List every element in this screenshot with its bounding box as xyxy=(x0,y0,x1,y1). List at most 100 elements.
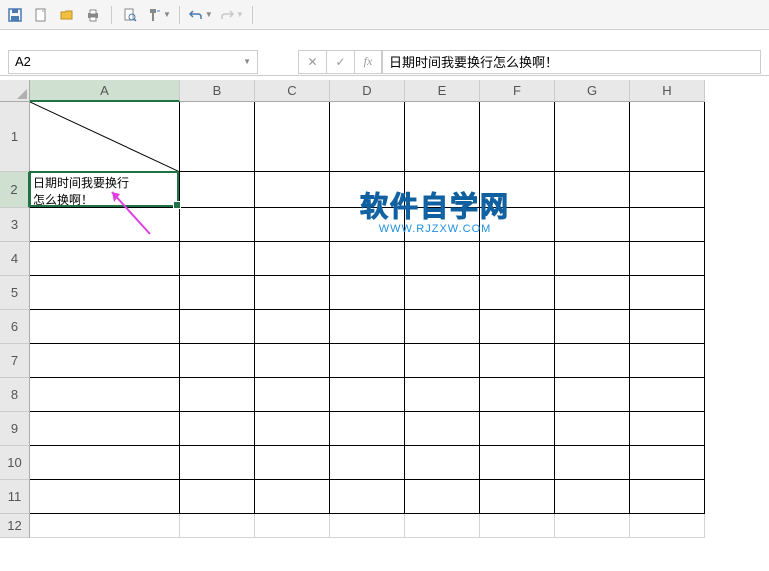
column-header-D[interactable]: D xyxy=(330,80,405,102)
cell-A5[interactable] xyxy=(30,276,180,310)
cell-D7[interactable] xyxy=(330,344,405,378)
cell-G12[interactable] xyxy=(555,514,630,538)
cell-E6[interactable] xyxy=(405,310,480,344)
cell-B4[interactable] xyxy=(180,242,255,276)
cell-F5[interactable] xyxy=(480,276,555,310)
column-header-A[interactable]: A xyxy=(30,80,180,102)
cell-F7[interactable] xyxy=(480,344,555,378)
open-icon[interactable] xyxy=(57,5,77,25)
cell-C8[interactable] xyxy=(255,378,330,412)
row-header-5[interactable]: 5 xyxy=(0,276,30,310)
cell-F9[interactable] xyxy=(480,412,555,446)
cell-A9[interactable] xyxy=(30,412,180,446)
new-icon[interactable] xyxy=(31,5,51,25)
row-header-2[interactable]: 2 xyxy=(0,172,30,208)
column-header-H[interactable]: H xyxy=(630,80,705,102)
cell-B6[interactable] xyxy=(180,310,255,344)
cell-F1[interactable] xyxy=(480,102,555,172)
fx-button[interactable]: fx xyxy=(354,50,382,74)
cell-C5[interactable] xyxy=(255,276,330,310)
accept-formula-button[interactable]: ✓ xyxy=(326,50,354,74)
cell-A3[interactable] xyxy=(30,208,180,242)
cell-E5[interactable] xyxy=(405,276,480,310)
cell-G11[interactable] xyxy=(555,480,630,514)
cell-H6[interactable] xyxy=(630,310,705,344)
cell-F10[interactable] xyxy=(480,446,555,480)
cell-B12[interactable] xyxy=(180,514,255,538)
cell-F2[interactable] xyxy=(480,172,555,208)
cell-C12[interactable] xyxy=(255,514,330,538)
select-all-corner[interactable] xyxy=(0,80,30,102)
redo-icon[interactable]: ▼ xyxy=(219,7,244,23)
cell-F8[interactable] xyxy=(480,378,555,412)
cancel-formula-button[interactable]: ✕ xyxy=(298,50,326,74)
cell-D2[interactable] xyxy=(330,172,405,208)
cell-A6[interactable] xyxy=(30,310,180,344)
cell-F4[interactable] xyxy=(480,242,555,276)
row-header-9[interactable]: 9 xyxy=(0,412,30,446)
cell-H2[interactable] xyxy=(630,172,705,208)
cell-C6[interactable] xyxy=(255,310,330,344)
cell-G1[interactable] xyxy=(555,102,630,172)
cell-E1[interactable] xyxy=(405,102,480,172)
cell-C1[interactable] xyxy=(255,102,330,172)
cell-A11[interactable] xyxy=(30,480,180,514)
cell-A8[interactable] xyxy=(30,378,180,412)
cell-H12[interactable] xyxy=(630,514,705,538)
cell-H5[interactable] xyxy=(630,276,705,310)
cell-E11[interactable] xyxy=(405,480,480,514)
cell-E3[interactable] xyxy=(405,208,480,242)
cell-E4[interactable] xyxy=(405,242,480,276)
row-header-6[interactable]: 6 xyxy=(0,310,30,344)
cell-D3[interactable] xyxy=(330,208,405,242)
cell-A4[interactable] xyxy=(30,242,180,276)
print-icon[interactable] xyxy=(83,5,103,25)
cell-C4[interactable] xyxy=(255,242,330,276)
column-header-C[interactable]: C xyxy=(255,80,330,102)
cell-A12[interactable] xyxy=(30,514,180,538)
cell-G6[interactable] xyxy=(555,310,630,344)
cells-area[interactable]: 日期时间我要换行怎么换啊！ xyxy=(30,102,705,538)
cell-G7[interactable] xyxy=(555,344,630,378)
save-icon[interactable] xyxy=(5,5,25,25)
cell-C7[interactable] xyxy=(255,344,330,378)
formula-input[interactable]: 日期时间我要换行怎么换啊！ xyxy=(382,50,761,74)
row-header-10[interactable]: 10 xyxy=(0,446,30,480)
cell-C10[interactable] xyxy=(255,446,330,480)
cell-G5[interactable] xyxy=(555,276,630,310)
cell-H4[interactable] xyxy=(630,242,705,276)
cell-C3[interactable] xyxy=(255,208,330,242)
row-header-3[interactable]: 3 xyxy=(0,208,30,242)
name-box[interactable]: A2 ▼ xyxy=(8,50,258,74)
format-painter-icon[interactable]: ▼ xyxy=(146,7,171,23)
row-header-4[interactable]: 4 xyxy=(0,242,30,276)
cell-H8[interactable] xyxy=(630,378,705,412)
cell-D1[interactable] xyxy=(330,102,405,172)
cell-D12[interactable] xyxy=(330,514,405,538)
cell-A1[interactable] xyxy=(30,102,180,172)
column-header-B[interactable]: B xyxy=(180,80,255,102)
cell-G8[interactable] xyxy=(555,378,630,412)
cell-E9[interactable] xyxy=(405,412,480,446)
cell-H10[interactable] xyxy=(630,446,705,480)
cell-B1[interactable] xyxy=(180,102,255,172)
cell-F3[interactable] xyxy=(480,208,555,242)
cell-B3[interactable] xyxy=(180,208,255,242)
cell-E8[interactable] xyxy=(405,378,480,412)
cell-G3[interactable] xyxy=(555,208,630,242)
cell-G9[interactable] xyxy=(555,412,630,446)
cell-D6[interactable] xyxy=(330,310,405,344)
row-header-12[interactable]: 12 xyxy=(0,514,30,538)
cell-D9[interactable] xyxy=(330,412,405,446)
row-header-1[interactable]: 1 xyxy=(0,102,30,172)
cell-C9[interactable] xyxy=(255,412,330,446)
cell-E7[interactable] xyxy=(405,344,480,378)
cell-E12[interactable] xyxy=(405,514,480,538)
cell-F12[interactable] xyxy=(480,514,555,538)
cell-A2[interactable]: 日期时间我要换行怎么换啊！ xyxy=(30,172,180,208)
cell-D8[interactable] xyxy=(330,378,405,412)
cell-C2[interactable] xyxy=(255,172,330,208)
preview-icon[interactable] xyxy=(120,5,140,25)
cell-G2[interactable] xyxy=(555,172,630,208)
cell-D11[interactable] xyxy=(330,480,405,514)
